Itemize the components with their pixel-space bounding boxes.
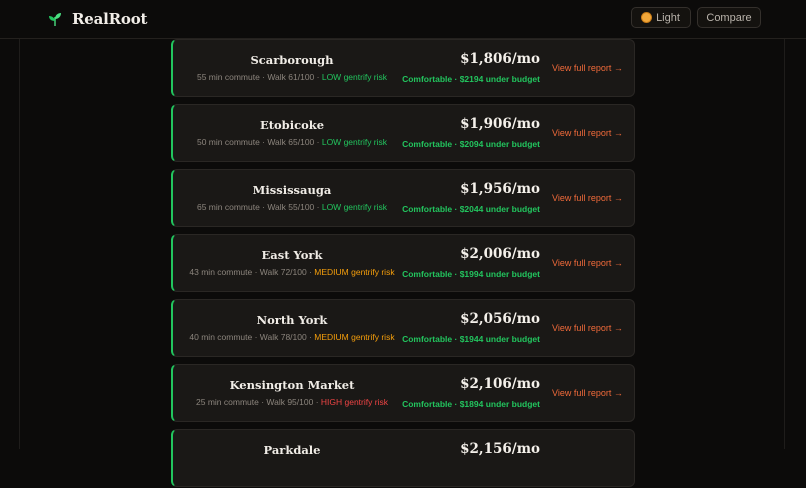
view-report-link[interactable]: View full report → [552, 388, 623, 398]
top-navigation-bar: RealRoot Light Compare [0, 0, 806, 39]
theme-toggle-label: Light [656, 11, 680, 24]
neighborhood-card[interactable]: East York 43 min commute · Walk 72/100 ·… [171, 234, 635, 292]
rent-price: $2,106/mo [460, 376, 540, 392]
compare-button[interactable]: Compare [697, 7, 761, 28]
commute-walk-text: 25 min commute · Walk 95/100 · [196, 397, 321, 407]
budget-status: Comfortable · $2044 under budget [402, 204, 540, 214]
gentrify-risk: LOW gentrify risk [321, 72, 388, 82]
rent-price: $1,956/mo [460, 181, 540, 197]
neighborhood-name: Kensington Market [229, 378, 355, 392]
rent-price: $1,806/mo [460, 51, 540, 67]
sprout-icon [49, 13, 61, 26]
neighborhood-meta: 25 min commute · Walk 95/100 · HIGH gent… [179, 397, 405, 407]
neighborhood-name: Mississauga [252, 183, 332, 197]
rent-price: $2,006/mo [460, 246, 540, 262]
neighborhood-name: Parkdale [263, 443, 321, 457]
neighborhood-meta: 50 min commute · Walk 65/100 · LOW gentr… [179, 137, 405, 147]
budget-status: Comfortable · $2194 under budget [402, 74, 540, 84]
card-info: Kensington Market 25 min commute · Walk … [179, 365, 405, 423]
compare-label: Compare [706, 11, 752, 24]
neighborhood-name: North York [256, 313, 328, 327]
card-info: Scarborough 55 min commute · Walk 61/100… [179, 40, 405, 98]
card-info: Parkdale [179, 430, 405, 488]
neighborhood-name: East York [261, 248, 323, 262]
rent-price: $1,906/mo [460, 116, 540, 132]
neighborhood-meta: 40 min commute · Walk 78/100 · MEDIUM ge… [179, 332, 405, 342]
gentrify-risk: LOW gentrify risk [321, 137, 388, 147]
commute-walk-text: 40 min commute · Walk 78/100 · [189, 332, 315, 342]
view-report-link[interactable]: View full report → [552, 193, 623, 203]
neighborhood-meta: 55 min commute · Walk 61/100 · LOW gentr… [179, 72, 405, 82]
commute-walk-text: 65 min commute · Walk 55/100 · [196, 202, 322, 212]
view-report-link[interactable]: View full report → [552, 128, 623, 138]
budget-status: Comfortable · $1944 under budget [402, 334, 540, 344]
commute-walk-text: 55 min commute · Walk 61/100 · [196, 72, 322, 82]
card-info: Etobicoke 50 min commute · Walk 65/100 ·… [179, 105, 405, 163]
theme-toggle-button[interactable]: Light [631, 7, 691, 28]
gentrify-risk: MEDIUM gentrify risk [314, 267, 395, 277]
neighborhood-card[interactable]: Scarborough 55 min commute · Walk 61/100… [171, 39, 635, 97]
neighborhood-card[interactable]: North York 40 min commute · Walk 78/100 … [171, 299, 635, 357]
view-report-link[interactable]: View full report → [552, 63, 623, 73]
sun-icon [642, 13, 652, 22]
budget-status: Comfortable · $1994 under budget [402, 269, 540, 279]
budget-status: Comfortable · $2094 under budget [402, 139, 540, 149]
neighborhood-card[interactable]: Etobicoke 50 min commute · Walk 65/100 ·… [171, 104, 635, 162]
view-report-link[interactable]: View full report → [552, 323, 623, 333]
card-info: Mississauga 65 min commute · Walk 55/100… [179, 170, 405, 228]
neighborhood-meta: 43 min commute · Walk 72/100 · MEDIUM ge… [179, 267, 405, 277]
view-report-link[interactable]: View full report → [552, 258, 623, 268]
card-info: North York 40 min commute · Walk 78/100 … [179, 300, 405, 358]
gentrify-risk: MEDIUM gentrify risk [314, 332, 395, 342]
commute-walk-text: 50 min commute · Walk 65/100 · [196, 137, 322, 147]
commute-walk-text: 43 min commute · Walk 72/100 · [189, 267, 315, 277]
neighborhood-meta: 65 min commute · Walk 55/100 · LOW gentr… [179, 202, 405, 212]
neighborhood-card[interactable]: Mississauga 65 min commute · Walk 55/100… [171, 169, 635, 227]
neighborhood-name: Etobicoke [259, 118, 325, 132]
budget-status: Comfortable · $1894 under budget [402, 399, 540, 409]
brand-logo[interactable]: RealRoot [47, 9, 147, 29]
neighborhood-card[interactable]: Kensington Market 25 min commute · Walk … [171, 364, 635, 422]
rent-price: $2,156/mo [460, 441, 540, 457]
gentrify-risk: LOW gentrify risk [321, 202, 388, 212]
card-info: East York 43 min commute · Walk 72/100 ·… [179, 235, 405, 293]
neighborhood-card[interactable]: Parkdale $2,156/mo [171, 429, 635, 487]
gentrify-risk: HIGH gentrify risk [320, 397, 388, 407]
brand-name: RealRoot [72, 10, 148, 28]
neighborhood-name: Scarborough [250, 53, 334, 67]
rent-price: $2,056/mo [460, 311, 540, 327]
